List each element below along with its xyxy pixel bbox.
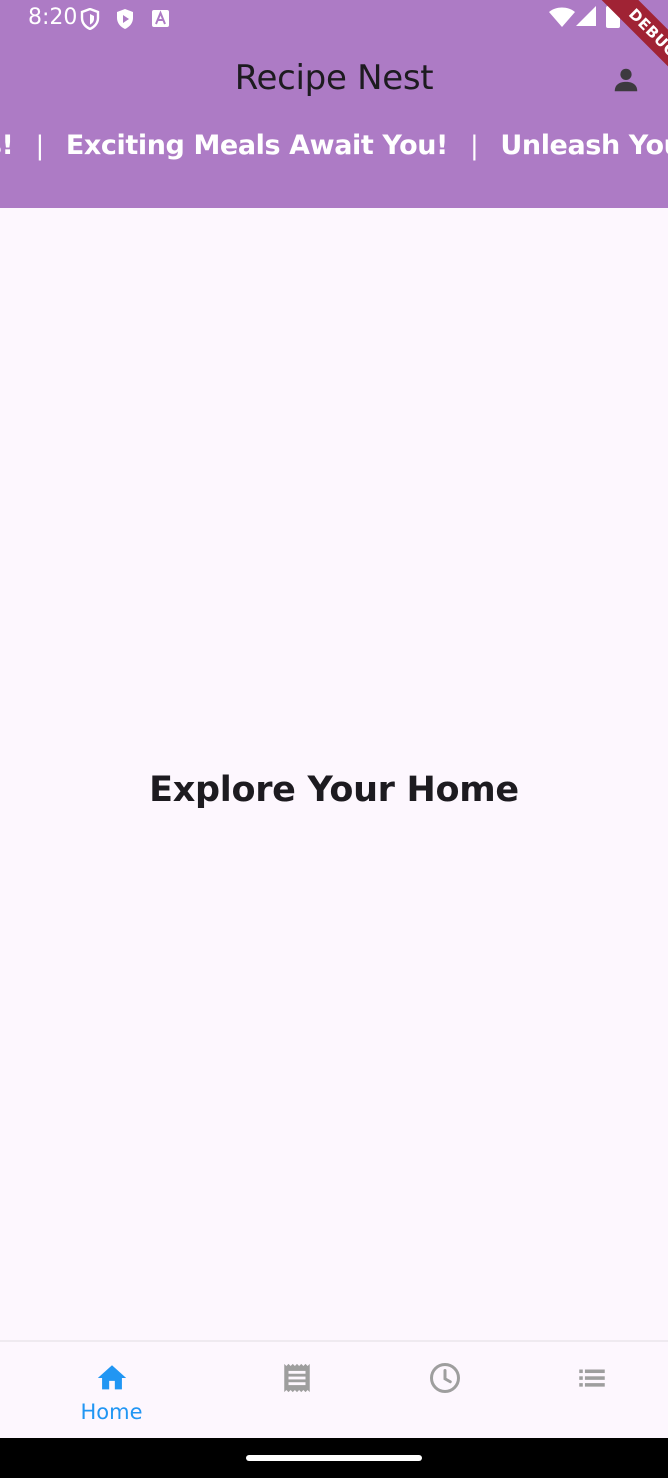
- list-icon: [574, 1360, 610, 1396]
- nav-item-home[interactable]: Home: [28, 1342, 195, 1440]
- profile-button[interactable]: [604, 60, 648, 104]
- home-icon: [94, 1360, 130, 1396]
- marquee-track: ls! | Exciting Meals Await You! | Unleas…: [0, 130, 668, 161]
- home-indicator[interactable]: [246, 1455, 422, 1461]
- nav-label-home: Home: [80, 1400, 143, 1424]
- battery-icon: [606, 4, 620, 33]
- status-time: 8:20: [28, 5, 78, 30]
- bottom-navigation: Home: [0, 1340, 668, 1440]
- marquee-separator: |: [35, 130, 44, 161]
- shield-icon: [80, 7, 100, 35]
- status-bar: 8:20: [0, 0, 668, 36]
- app-bar: 8:20 Recipe Nest ! | Exciting Meals Awai…: [0, 0, 668, 208]
- play-protect-icon: [115, 8, 135, 35]
- marquee-item: ls!: [0, 130, 14, 161]
- receipt-icon: [279, 1360, 315, 1396]
- system-navigation-bar: [0, 1438, 668, 1478]
- clock-icon: [427, 1360, 463, 1396]
- main-content: Explore Your Home: [0, 208, 668, 1340]
- nav-item-history[interactable]: [361, 1342, 528, 1440]
- page-title: Recipe Nest: [234, 58, 434, 98]
- signal-icon: [575, 5, 597, 32]
- main-heading: Explore Your Home: [149, 770, 519, 810]
- marquee-item: Exciting Meals Await You!: [65, 130, 449, 161]
- nav-item-list[interactable]: [508, 1342, 668, 1440]
- marquee-separator: |: [469, 130, 479, 161]
- marquee-banner: ls! | Exciting Meals Await You! | Unleas…: [0, 126, 668, 172]
- marquee-item: Unleash Your: [500, 130, 668, 161]
- nav-item-receipt[interactable]: [213, 1342, 380, 1440]
- wifi-icon: [548, 6, 576, 33]
- font-a-icon: [151, 9, 170, 33]
- person-icon: [611, 65, 641, 100]
